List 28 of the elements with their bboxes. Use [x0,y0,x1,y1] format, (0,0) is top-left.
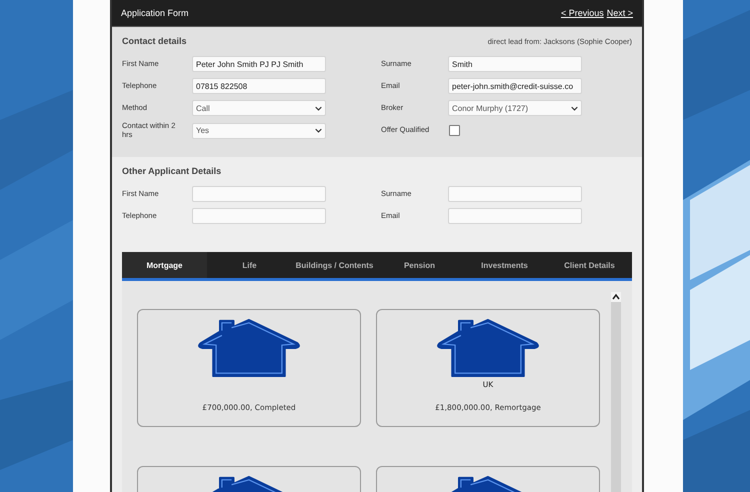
section-title: Other Applicant Details [122,166,222,176]
window-title: Application Form [121,8,189,18]
input-field[interactable]: Peter John Smith PJ PJ Smith [192,56,326,72]
input-field[interactable]: 07815 822508 [192,78,326,94]
chevron-icon [571,106,578,110]
dropdown[interactable]: Call [192,100,326,116]
input-field[interactable] [448,208,582,224]
dropdown[interactable]: Conor Murphy (1727) [448,100,582,116]
dropdown[interactable]: Yes [192,122,326,139]
nav-link[interactable]: Next > [606,8,633,18]
tab[interactable]: Buildings / Contents [292,252,377,278]
scroll-up-icon[interactable] [611,292,621,302]
tab[interactable]: Client Details [547,252,632,278]
tab[interactable]: Investments [462,252,547,278]
chevron-icon [315,106,322,110]
scrollbar[interactable] [611,292,621,492]
chevron-icon [315,128,322,134]
input-field[interactable]: Smith [448,56,582,72]
nav-link[interactable]: < Previous [560,8,604,18]
section-title: Contact details [122,36,187,46]
tab[interactable]: Pension [377,252,462,278]
tab[interactable]: Mortgage [122,252,207,278]
input-field[interactable] [192,208,326,224]
tab[interactable]: Life [207,252,292,278]
input-field[interactable] [192,186,326,202]
checkbox[interactable] [449,125,460,136]
input-field[interactable] [448,186,582,202]
input-field[interactable]: peter-john.smith@credit-suisse.co [448,78,582,94]
